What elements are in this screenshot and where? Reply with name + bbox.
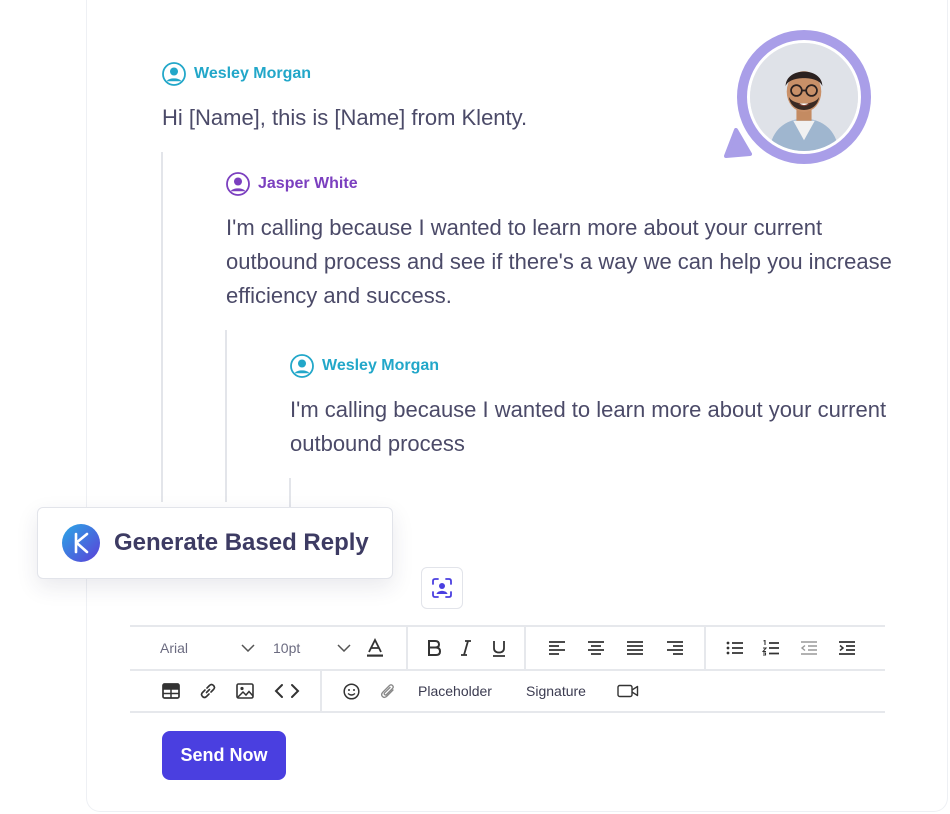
chevron-down-icon xyxy=(337,644,351,652)
toolbar-divider xyxy=(320,671,322,711)
insert-link-button[interactable] xyxy=(197,671,219,711)
link-icon xyxy=(200,683,216,699)
insert-table-button[interactable] xyxy=(160,671,182,711)
font-size-select[interactable]: 10pt xyxy=(273,627,351,669)
message-author: Wesley Morgan xyxy=(290,354,439,378)
align-left-button[interactable] xyxy=(546,627,568,669)
message-text: I'm calling because I wanted to learn mo… xyxy=(290,397,887,456)
font-size-value: 10pt xyxy=(273,640,301,656)
emoji-icon xyxy=(342,682,360,700)
attach-button[interactable] xyxy=(378,671,398,711)
quote-line-1 xyxy=(161,152,163,502)
paperclip-icon xyxy=(380,684,394,699)
message-author: Wesley Morgan xyxy=(162,62,311,86)
quote-line-3 xyxy=(289,478,291,508)
numbered-list-button[interactable] xyxy=(760,627,782,669)
align-justify-button[interactable] xyxy=(624,627,646,669)
chevron-down-icon xyxy=(241,644,255,652)
bold-icon xyxy=(428,640,441,656)
message-text: Hi [Name], this is [Name] from Klenty. xyxy=(162,105,528,130)
align-center-icon xyxy=(588,641,604,655)
placeholder-label: Placeholder xyxy=(418,683,492,699)
toolbar-divider xyxy=(524,627,526,669)
author-name: Wesley Morgan xyxy=(194,65,312,82)
placeholder-button[interactable]: Placeholder xyxy=(414,671,496,711)
bold-button[interactable] xyxy=(423,627,445,669)
toolbar-divider xyxy=(406,627,408,669)
user-icon xyxy=(162,62,186,86)
indent-icon xyxy=(839,641,855,655)
message-text: I'm calling because I wanted to learn mo… xyxy=(226,215,892,308)
italic-button[interactable] xyxy=(456,627,476,669)
person-scan-icon xyxy=(432,578,452,598)
bullet-list-button[interactable] xyxy=(724,627,746,669)
insert-image-button[interactable] xyxy=(234,671,256,711)
bullet-list-icon xyxy=(726,641,743,655)
insert-toolbar: Placeholder Signature xyxy=(130,671,885,713)
video-button[interactable] xyxy=(617,671,639,711)
formatting-toolbar: Arial 10pt xyxy=(130,625,885,671)
user-icon xyxy=(226,172,250,196)
author-name: Wesley Morgan xyxy=(322,357,440,374)
generate-reply-label: Generate Based Reply xyxy=(114,529,369,556)
klenty-logo-icon xyxy=(62,524,100,562)
align-right-button[interactable] xyxy=(664,627,686,669)
font-color-icon xyxy=(367,638,383,657)
font-family-value: Arial xyxy=(160,640,189,656)
align-justify-icon xyxy=(627,641,643,655)
font-family-select[interactable]: Arial xyxy=(160,627,255,669)
insert-code-button[interactable] xyxy=(273,671,301,711)
align-right-icon xyxy=(667,641,683,655)
indent-button[interactable] xyxy=(836,627,858,669)
outdent-button[interactable] xyxy=(798,627,820,669)
author-name: Jasper White xyxy=(258,175,358,192)
avatar-photo xyxy=(750,43,858,151)
signature-label: Signature xyxy=(526,683,586,699)
underline-icon xyxy=(493,640,505,657)
send-now-button[interactable]: Send Now xyxy=(162,731,286,780)
align-left-icon xyxy=(549,641,565,655)
italic-icon xyxy=(461,640,471,656)
numbered-list-icon xyxy=(762,640,779,656)
align-center-button[interactable] xyxy=(585,627,607,669)
font-color-button[interactable] xyxy=(363,627,387,669)
code-icon xyxy=(274,684,300,698)
underline-button[interactable] xyxy=(488,627,510,669)
signature-button[interactable]: Signature xyxy=(522,671,590,711)
contact-scan-button[interactable] xyxy=(421,567,463,609)
user-icon xyxy=(290,354,314,378)
message-author: Jasper White xyxy=(226,172,358,196)
outdent-icon xyxy=(800,641,817,655)
table-icon xyxy=(162,683,180,699)
toolbar-divider xyxy=(704,627,706,669)
video-icon xyxy=(617,684,639,698)
quote-line-2 xyxy=(225,330,227,502)
image-icon xyxy=(236,683,254,699)
emoji-button[interactable] xyxy=(341,671,361,711)
contact-avatar xyxy=(722,30,872,165)
generate-based-reply-button[interactable]: Generate Based Reply xyxy=(37,507,393,579)
